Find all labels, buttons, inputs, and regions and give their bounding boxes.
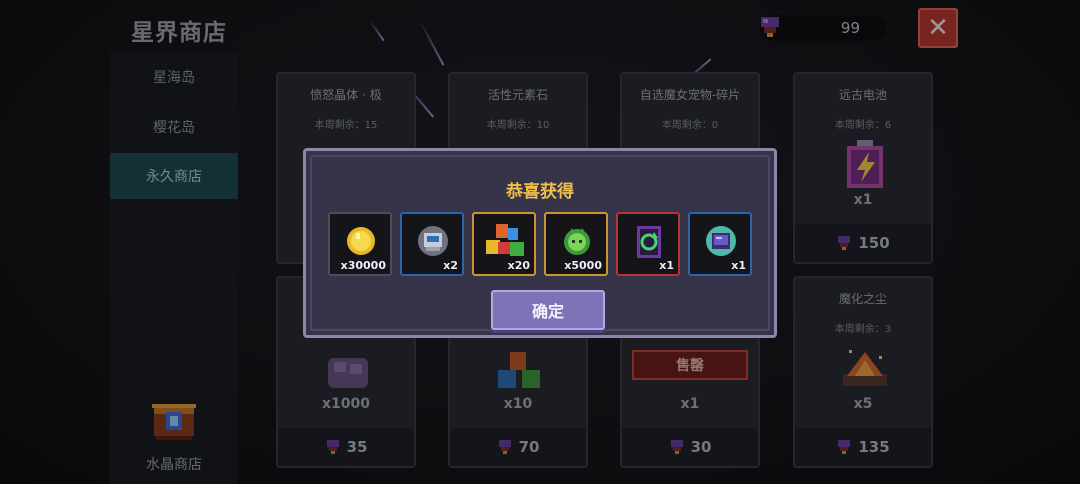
gold-coin-icon xyxy=(347,227,375,255)
reward-slot-tablet[interactable]: x1 xyxy=(688,212,752,276)
element-stones-icon xyxy=(486,224,524,256)
dialog-title: 恭喜获得 xyxy=(506,182,574,202)
tablet-icon xyxy=(706,226,736,256)
refresh-card-icon xyxy=(637,226,661,258)
reward-slot-robot[interactable]: x2 xyxy=(400,212,464,276)
reward-quantity: x1 xyxy=(731,259,746,272)
green-cat-coin-icon xyxy=(564,228,590,255)
reward-quantity: x20 xyxy=(507,259,530,272)
robot-icon xyxy=(418,226,448,256)
reward-quantity: x1 xyxy=(659,259,674,272)
reward-slot-green-cat-coin[interactable]: x5000 xyxy=(544,212,608,276)
reward-quantity: x30000 xyxy=(340,259,386,272)
reward-quantity: x2 xyxy=(443,259,458,272)
reward-slot-gold-coin[interactable]: x30000 xyxy=(328,212,392,276)
reward-slot-element-stones[interactable]: x20 xyxy=(472,212,536,276)
reward-quantity: x5000 xyxy=(564,259,602,272)
reward-dialog: 恭喜获得 x30000 x2 x20 x5000 x1 x1 确定 xyxy=(303,148,777,338)
dialog-frame: 恭喜获得 x30000 x2 x20 x5000 x1 x1 确定 xyxy=(310,155,770,331)
reward-slot-refresh-card[interactable]: x1 xyxy=(616,212,680,276)
confirm-button[interactable]: 确定 xyxy=(491,290,605,330)
